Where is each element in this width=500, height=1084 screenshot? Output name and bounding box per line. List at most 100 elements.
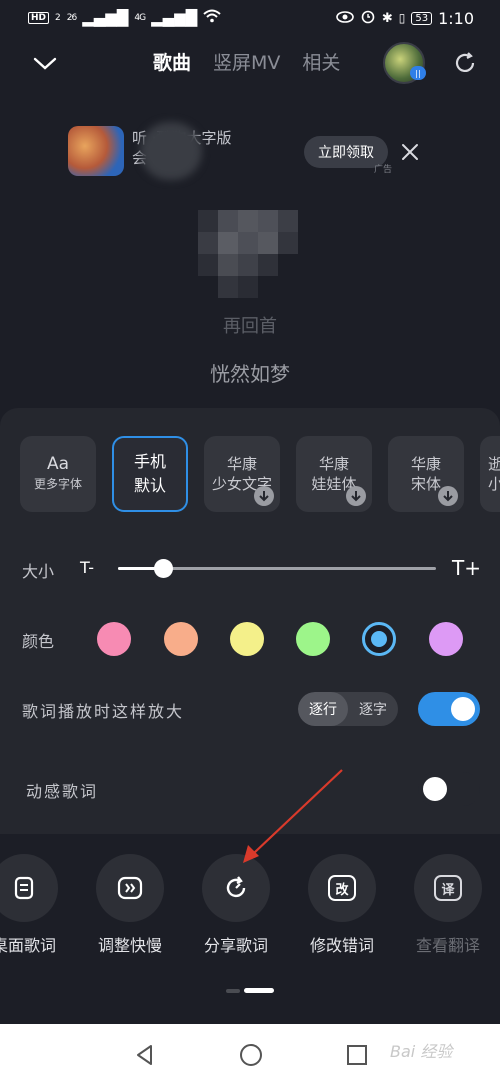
font-card-label: 更多字体 [33,477,82,491]
action-label: 分享歌词 [203,936,268,955]
page-dot-inactive [226,989,240,993]
font-card-label-bottom: 小 [488,475,500,493]
action-label: 调整快慢 [97,936,162,955]
adjust-speed-button[interactable]: 调整快慢 [88,854,172,956]
share-lyrics-button[interactable]: 分享歌词 [194,854,278,956]
zoom-mode-line[interactable]: 逐行 [298,692,348,726]
color-swatch-green[interactable] [296,622,330,656]
ad-blur-overlay [140,122,202,180]
eye-icon [336,9,354,27]
back-triangle-icon [137,1045,152,1065]
ad-label: 广告 [374,165,393,175]
tab-song[interactable]: 歌曲 [153,48,191,75]
font-card-label-top: 逝 [488,455,500,473]
vibrate-icon: ▯ [398,11,406,25]
color-swatch-pink[interactable] [97,622,131,656]
blurred-song-title [198,210,298,300]
color-swatch-purple[interactable] [429,622,463,656]
edit-glyph: 改 [328,875,356,901]
recents-square-icon [347,1045,367,1065]
home-circle-icon [240,1044,262,1066]
page-dot-active [244,988,274,993]
status-left: HD 2 26 ▂▄▆█ 4G ▂▄▆█ [28,9,221,27]
action-bar: 桌面歌词 调整快慢 分享歌词 改 修改错词 译 查看翻译 [0,854,500,974]
font-card-label-bottom: 宋体 [410,475,441,493]
status-right: ✱ ▯ 53 1:10 [336,8,474,28]
nav-home-button[interactable] [238,1042,264,1068]
tab-vertical-mv[interactable]: 竖屏MV [213,48,280,75]
size-label: 大小 [22,562,55,581]
system-nav-bar: Bai 经验 [0,1024,500,1084]
tab-bar: 歌曲 竖屏MV 相关 [153,48,340,75]
share-icon [455,52,475,72]
font-aa-icon: Aa [46,454,70,474]
download-icon [438,486,458,506]
chevron-down-icon [33,57,57,70]
ad-banner[interactable]: 听 ·酷狗大字版 会 3 立即领取 广告 [68,120,488,182]
sim-label: 2 [55,13,61,23]
wifi-icon [203,9,221,27]
translate-glyph: 译 [434,875,462,901]
font-card-label-top: 手机 [133,452,166,471]
hd-badge: HD [28,12,50,24]
font-card-partial[interactable]: 逝 小 [480,436,500,512]
watermark: Bai 经验 [390,1042,453,1061]
download-icon [254,486,274,506]
edit-icon: 改 [308,854,376,922]
close-icon [402,144,418,160]
font-card-huakang-girl[interactable]: 华康 少女文字 [204,436,280,512]
font-picker: Aa 更多字体 手机 默认 华康 少女文字 华康 娃娃体 华康 宋体 逝 小 [20,436,500,512]
size-max-label: T+ [452,556,481,580]
zoom-mode-char[interactable]: 逐字 [348,692,398,726]
font-card-huakang-song[interactable]: 华康 宋体 [388,436,464,512]
action-label: 查看翻译 [415,936,480,955]
collapse-button[interactable] [30,48,60,78]
battery-indicator: 53 [411,11,433,25]
size-row: 大小 T- T+ [0,554,500,584]
font-card-label-bottom: 默认 [133,476,166,495]
ad-close-button[interactable] [398,140,422,164]
tab-related[interactable]: 相关 [302,48,340,75]
dynamic-toggle[interactable] [418,772,480,806]
zoom-row: 歌词播放时这样放大 逐行 逐字 [0,690,500,730]
font-card-huakang-doll[interactable]: 华康 娃娃体 [296,436,372,512]
signal-icon-2: ▂▄▆█ [151,9,198,27]
current-lyric: 恍然如梦 [210,362,290,386]
network-1-label: 26 [66,13,78,23]
singer-avatar[interactable]: || [383,42,426,84]
zoom-label: 歌词播放时这样放大 [22,702,185,721]
share-top-button[interactable] [450,48,480,78]
color-row: 颜色 [0,618,500,658]
color-swatch-blue[interactable] [362,622,396,656]
color-swatch-yellow[interactable] [230,622,264,656]
font-card-label-top: 华康 [226,455,257,473]
action-label: 桌面歌词 [0,936,56,955]
view-translation-button[interactable]: 译 查看翻译 [406,854,490,956]
nav-recents-button[interactable] [344,1042,370,1068]
font-card-label-top: 华康 [318,455,349,473]
toggle-knob [451,697,475,721]
page-indicator [226,988,276,994]
zoom-toggle[interactable] [418,692,480,726]
status-bar: HD 2 26 ▂▄▆█ 4G ▂▄▆█ ✱ ▯ 53 1:10 [0,0,500,36]
ad-image [68,126,124,176]
artist-name: 再回首 [223,316,277,337]
color-label: 颜色 [22,632,55,651]
font-card-phone-default[interactable]: 手机 默认 [112,436,188,512]
nav-back-button[interactable] [132,1042,158,1068]
size-min-label: T- [80,558,95,577]
translate-icon: 译 [414,854,482,922]
network-2-label: 4G [134,13,146,23]
color-swatch-peach[interactable] [164,622,198,656]
fix-lyrics-button[interactable]: 改 修改错词 [300,854,384,956]
action-label: 修改错词 [309,936,374,955]
toggle-knob [423,777,447,801]
size-slider-thumb[interactable] [153,559,173,578]
playing-badge: || [410,66,426,80]
more-fonts-card[interactable]: Aa 更多字体 [20,436,96,512]
desktop-lyrics-button[interactable]: 桌面歌词 [0,854,66,956]
alarm-icon [360,8,376,28]
dynamic-label: 动感歌词 [26,782,99,801]
font-card-label-top: 华康 [410,455,441,473]
desktop-lyrics-icon [0,854,58,922]
